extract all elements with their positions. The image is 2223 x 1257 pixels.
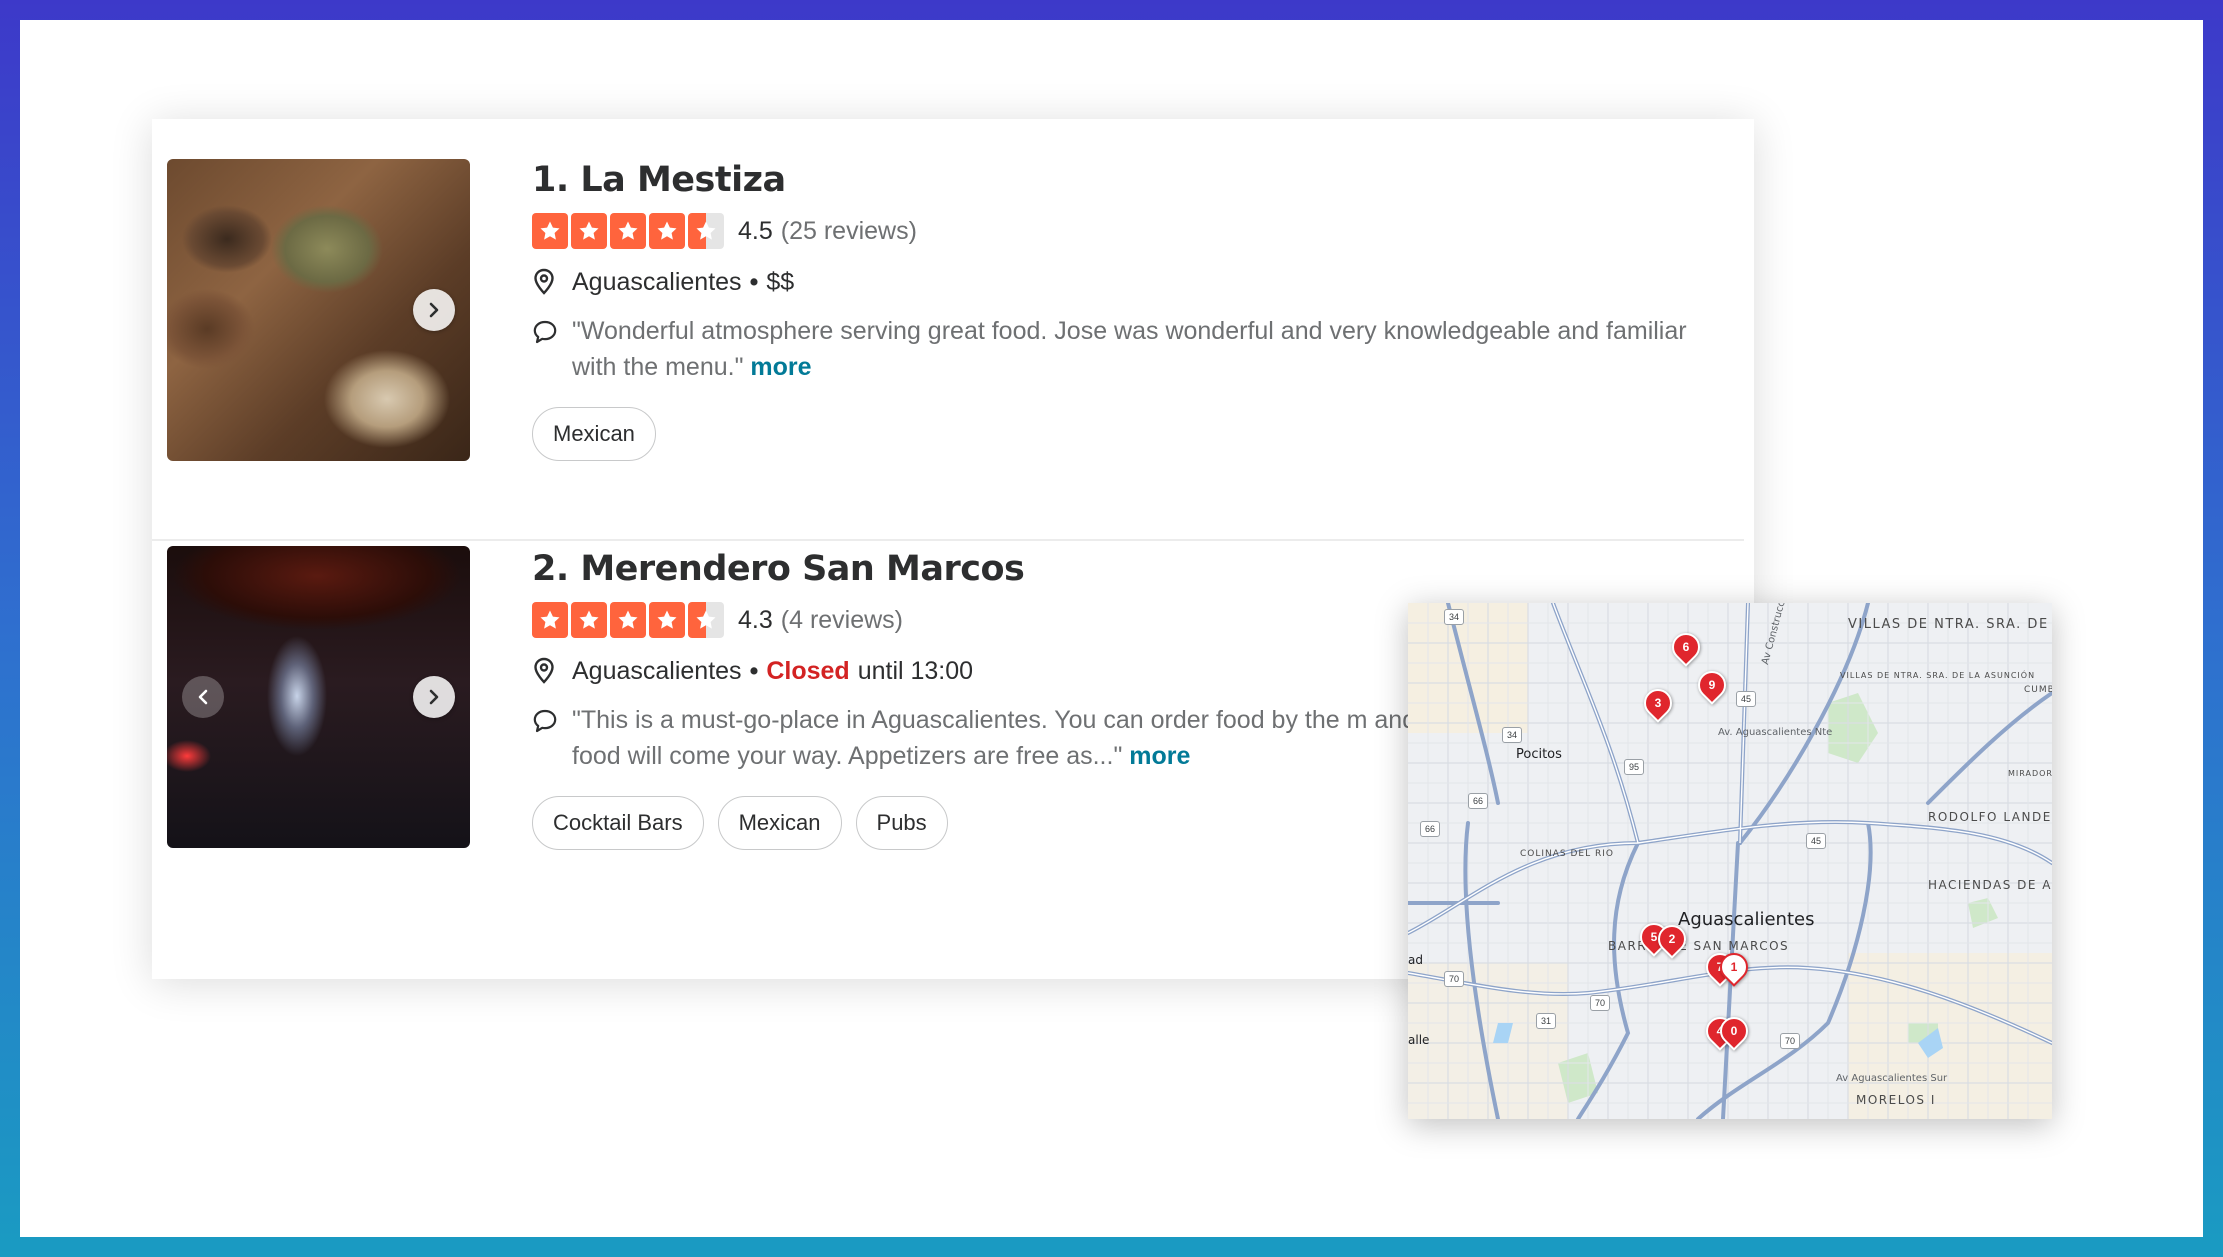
map-label-villas-small: VILLAS DE NTRA. SRA. DE LA ASUNCIÓN [1840, 671, 2034, 680]
star-rating [532, 213, 724, 249]
tag-cocktail-bars[interactable]: Cocktail Bars [532, 796, 704, 850]
map-label-haciendas: HACIENDAS DE AGUASCALIENTE [1928, 878, 2052, 892]
star-icon [610, 213, 646, 249]
listing-title[interactable]: 1. La Mestiza [532, 157, 1722, 203]
map-label-alle: alle [1408, 1033, 1430, 1047]
review-count[interactable]: (4 reviews) [781, 606, 903, 635]
review-snippet-row: "Wonderful atmosphere serving great food… [532, 313, 1722, 385]
map-label-mirador: MIRADOR LAS CULTUR [2008, 769, 2052, 778]
map-label-aguascalientes: Aguascalientes [1678, 909, 1815, 930]
highway-shield: 95 [1624, 759, 1644, 775]
star-icon [532, 213, 568, 249]
hours-text: until 13:00 [857, 656, 974, 685]
map-label-ad: ad [1408, 953, 1423, 967]
review-snippet: "Wonderful atmosphere serving great food… [572, 313, 1722, 385]
listing-photo[interactable] [167, 159, 470, 461]
highway-shield: 66 [1420, 821, 1440, 837]
rating-row: 4.3 (4 reviews) [532, 600, 1432, 640]
speech-bubble-icon [533, 709, 557, 733]
map-label-av-ags-sur: Av Aguascalientes Sur [1836, 1073, 1948, 1084]
highway-shield: 31 [1536, 1013, 1556, 1029]
speech-bubble-icon [533, 320, 557, 344]
rating-value: 4.3 [738, 605, 773, 634]
tag-mexican[interactable]: Mexican [717, 796, 842, 850]
more-link[interactable]: more [1129, 742, 1190, 770]
category-tags: Mexican [532, 407, 1722, 461]
category-tags: Cocktail Bars Mexican Pubs [532, 796, 1432, 850]
star-icon [532, 602, 568, 638]
rating-value: 4.5 [738, 216, 773, 245]
divider [152, 539, 1744, 541]
review-snippet-text: "Wonderful atmosphere serving great food… [572, 317, 1687, 381]
review-count[interactable]: (25 reviews) [781, 217, 917, 246]
review-snippet-row: "This is a must-go-place in Aguascalient… [532, 702, 1432, 774]
next-photo-button[interactable] [413, 676, 455, 718]
rating-row: 4.5 (25 reviews) [532, 211, 1722, 251]
highway-shield: 70 [1780, 1033, 1800, 1049]
listing-info: 1. La Mestiza 4.5 (25 reviews) Aguascali… [532, 157, 1722, 461]
location-row: Aguascalientes • Closed until 13:00 [532, 653, 1432, 689]
half-star-icon [688, 213, 724, 249]
star-icon [571, 213, 607, 249]
location-row: Aguascalientes • $$ [532, 264, 1722, 300]
star-icon [610, 602, 646, 638]
tag-mexican[interactable]: Mexican [532, 407, 656, 461]
listing-info: 2. Merendero San Marcos 4.3 (4 reviews) … [532, 546, 1432, 850]
highway-shield: 66 [1468, 793, 1488, 809]
highway-shield: 34 [1502, 727, 1522, 743]
highway-shield: 34 [1444, 609, 1464, 625]
review-snippet: "This is a must-go-place in Aguascalient… [572, 702, 1432, 774]
listing-la-mestiza[interactable]: 1. La Mestiza 4.5 (25 reviews) Aguascali… [152, 119, 1754, 539]
separator: • [749, 656, 759, 685]
separator: • [749, 267, 759, 296]
star-rating [532, 602, 724, 638]
location-text: Aguascalientes [572, 267, 742, 296]
highway-shield: 45 [1736, 691, 1756, 707]
map-label-av-ags-nte: Av. Aguascalientes Nte [1718, 727, 1833, 738]
listing-title[interactable]: 2. Merendero San Marcos [532, 546, 1432, 592]
listing-photo[interactable] [167, 546, 470, 848]
highway-shield: 70 [1444, 971, 1464, 987]
chevron-right-icon [429, 302, 439, 318]
star-icon [571, 602, 607, 638]
chevron-right-icon [429, 689, 439, 705]
map-label-rodolfo: RODOLFO LANDEROS [1928, 810, 2052, 824]
previous-photo-button[interactable] [182, 676, 224, 718]
location-text: Aguascalientes [572, 656, 742, 685]
map-label-morelos: MORELOS I [1856, 1093, 1936, 1107]
highway-shield: 45 [1806, 833, 1826, 849]
map-label-villas: VILLAS DE NTRA. SRA. DE LA ASUNCIÓN [1848, 617, 2052, 632]
map-label-pocitos: Pocitos [1516, 747, 1562, 762]
map-label-cumb: CUMB [2024, 685, 2052, 695]
tag-pubs[interactable]: Pubs [855, 796, 948, 850]
results-map[interactable]: VILLAS DE NTRA. SRA. DE LA ASUNCIÓN VILL… [1408, 603, 2052, 1119]
star-icon [649, 602, 685, 638]
map-label-colinas: COLINAS DEL RIO [1520, 849, 1614, 859]
open-status: Closed [766, 656, 850, 685]
star-icon [649, 213, 685, 249]
price-range: $$ [766, 267, 795, 296]
chevron-left-icon [198, 689, 208, 705]
location-pin-icon [534, 657, 554, 684]
half-star-icon [688, 602, 724, 638]
location-pin-icon [534, 268, 554, 295]
next-photo-button[interactable] [413, 289, 455, 331]
review-snippet-text: "This is a must-go-place in Aguascalient… [572, 706, 1417, 770]
highway-shield: 70 [1590, 995, 1610, 1011]
more-link[interactable]: more [750, 353, 811, 381]
